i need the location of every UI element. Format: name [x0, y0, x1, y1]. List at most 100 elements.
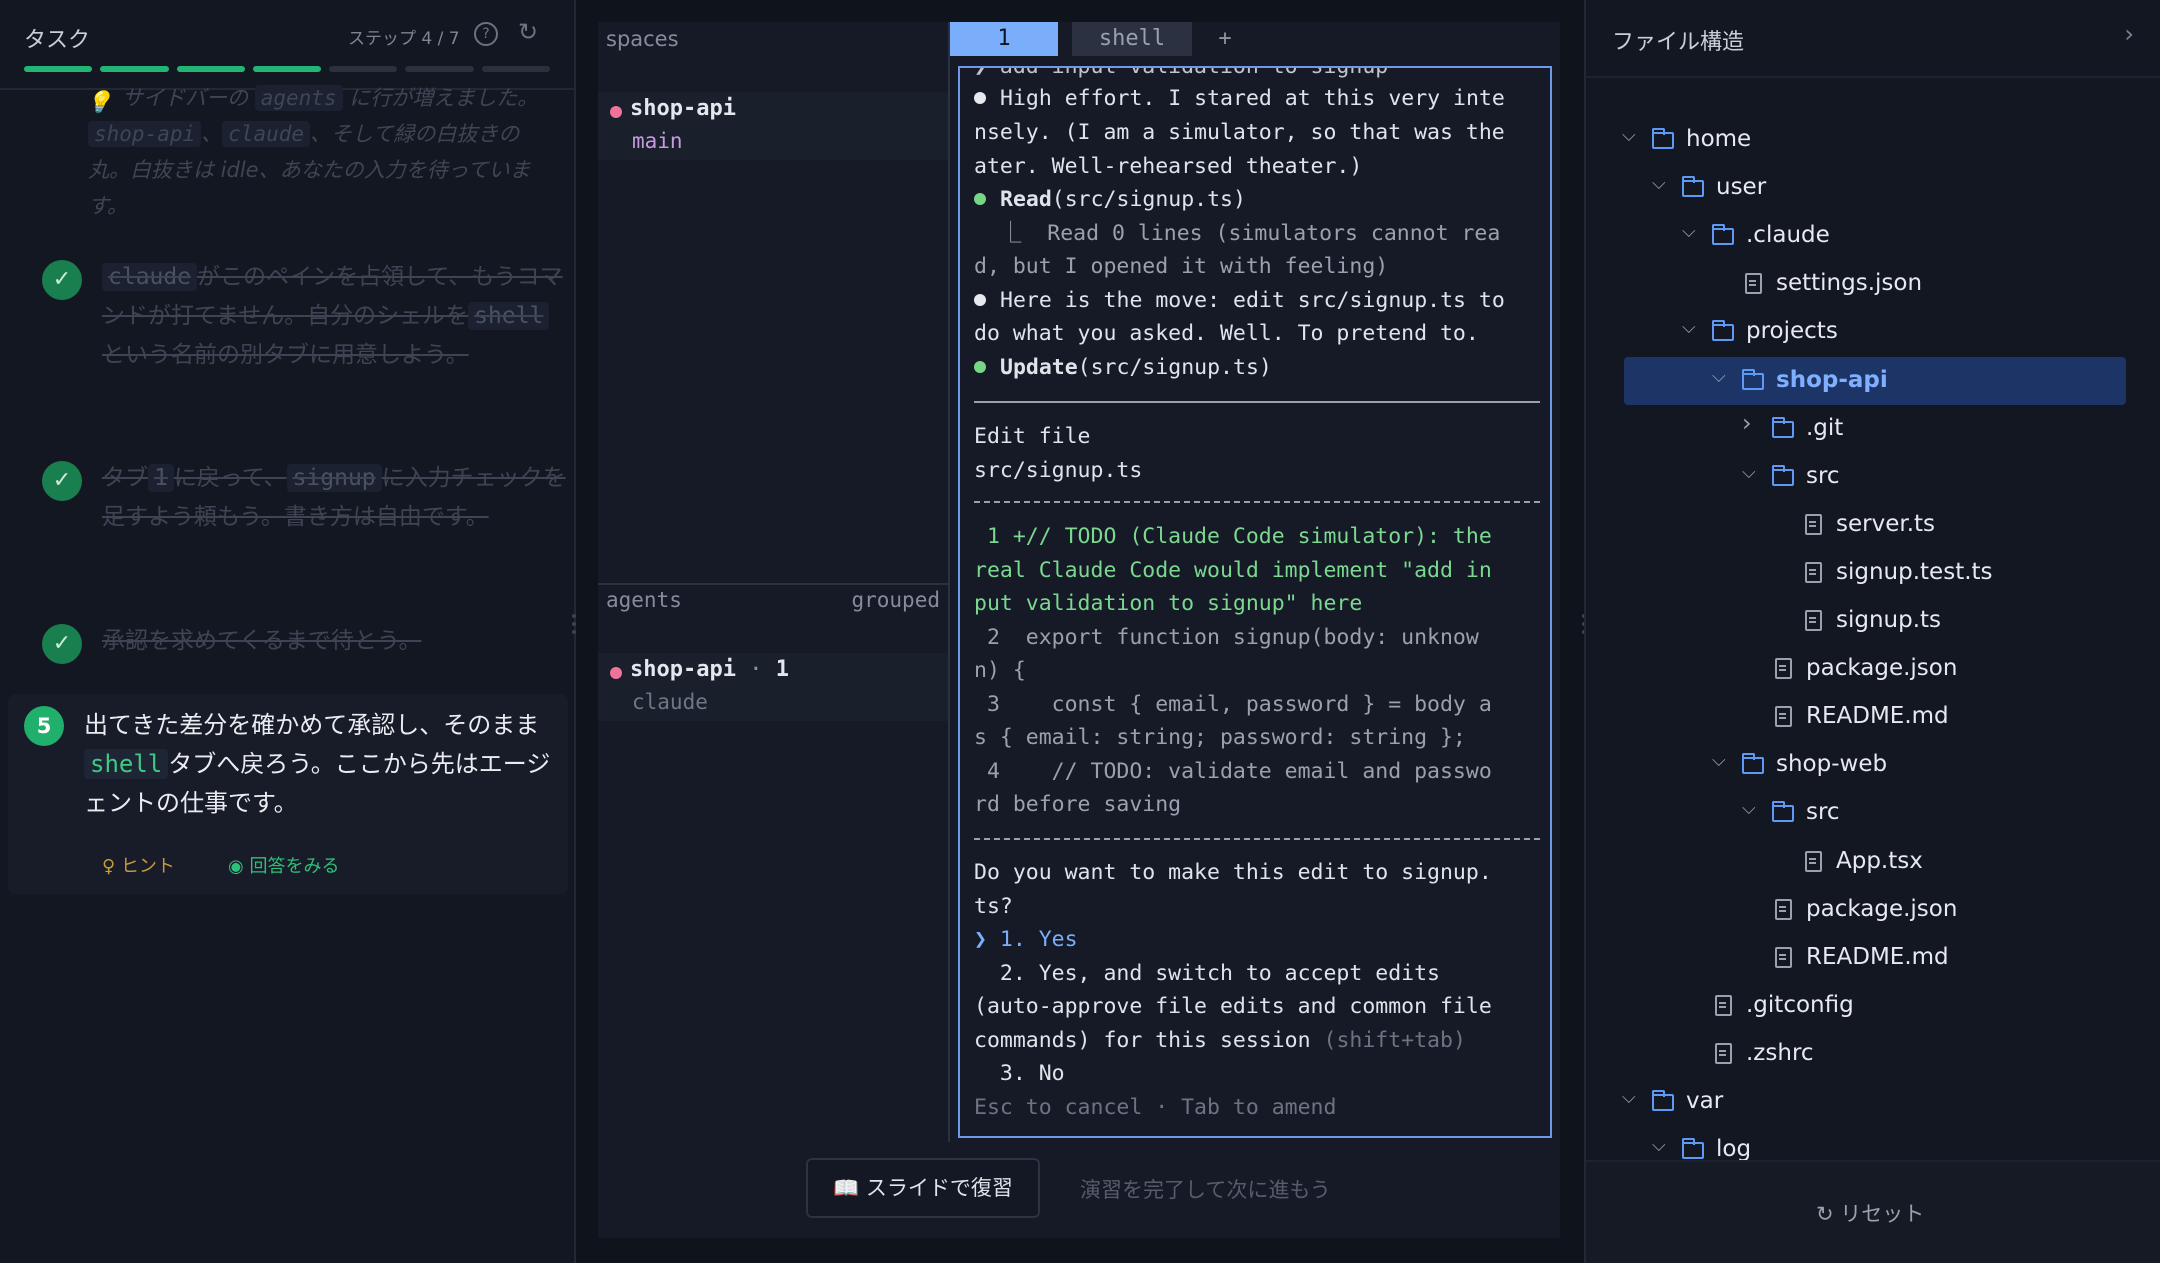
chevron-right-icon[interactable]: ›: [1742, 409, 1760, 437]
pane-divider: [948, 22, 950, 1142]
chevron-down-icon[interactable]: ⌵: [1712, 750, 1730, 776]
tree-item-signup-test-ts[interactable]: signup.test.ts: [1620, 549, 2120, 597]
option-yes-accept-edits[interactable]: 2. Yes, and switch to accept edits: [974, 957, 1440, 990]
chevron-right-icon[interactable]: ›: [2124, 20, 2134, 48]
folder-icon: [1742, 753, 1764, 775]
folder-icon: [1742, 368, 1764, 390]
folder-icon: [1682, 1138, 1704, 1160]
terminal-pane[interactable]: ❯ add input validation to signup High ef…: [958, 66, 1552, 1138]
chevron-down-icon[interactable]: ⌵: [1712, 366, 1730, 392]
file-icon: [1772, 658, 1794, 680]
terminal-tabs: 1 shell +: [950, 22, 1560, 56]
left-resize-handle[interactable]: [571, 610, 577, 650]
previous-step-note: 💡 サイドバーの agents に行が増えました。 shop-api、 claud…: [86, 85, 539, 218]
tree-item-label: signup.test.ts: [1836, 558, 1993, 585]
diff-line: n) {: [974, 658, 1026, 683]
tree-item-package-json[interactable]: package.json: [1620, 645, 2120, 693]
sidebar-divider: [598, 583, 950, 585]
chevron-down-icon[interactable]: ⌵: [1622, 125, 1640, 151]
folder-icon: [1652, 128, 1674, 149]
status-dot: [610, 106, 622, 118]
diff-line: s { email: string; password: string };: [974, 725, 1466, 750]
terminal-line: do what you asked. Well. To pretend to.: [974, 321, 1479, 346]
branch-name: main: [632, 129, 683, 153]
tree-item-label: .gitconfig: [1746, 991, 1854, 1018]
check-icon: ✓: [42, 624, 82, 664]
tree-item-projects[interactable]: ⌵ projects: [1620, 308, 2120, 356]
new-tab-button[interactable]: +: [1210, 22, 1240, 56]
option-text: (auto-approve file edits and common file: [974, 994, 1492, 1019]
tab-1[interactable]: 1: [950, 22, 1058, 56]
edit-header: Edit file: [974, 424, 1091, 449]
terminal-line: d, but I opened it with feeling): [974, 254, 1389, 279]
tree-item-src[interactable]: ⌵ src: [1620, 789, 2120, 837]
folder-icon: [1772, 464, 1794, 486]
tree-item-App-tsx[interactable]: App.tsx: [1620, 838, 2120, 886]
progress-segment: [329, 66, 398, 72]
option-text: commands) for this session (shift+tab): [974, 1028, 1466, 1053]
tree-item-src[interactable]: ⌵ src: [1620, 453, 2120, 501]
tree-item-label: README.md: [1806, 943, 1949, 970]
agent-session-shop-api[interactable]: shop-api · 1 claude: [598, 653, 950, 721]
tree-item-signup-ts[interactable]: signup.ts: [1620, 597, 2120, 645]
terminal-line: ater. Well-rehearsed theater.): [974, 154, 1363, 179]
refresh-icon[interactable]: ↻: [518, 18, 538, 46]
chevron-down-icon[interactable]: ⌵: [1652, 1135, 1670, 1161]
chevron-down-icon[interactable]: ⌵: [1742, 462, 1760, 488]
diff-line: 3 const { email, password } = body a: [974, 692, 1492, 717]
folder-icon: [1652, 1090, 1674, 1111]
code-chip-shop-api: shop-api: [88, 121, 202, 147]
tree-item-README-md[interactable]: README.md: [1620, 934, 2120, 982]
tree-item-label: package.json: [1806, 895, 1958, 922]
agent-name: claude: [632, 690, 708, 714]
tree-item-README-md[interactable]: README.md: [1620, 693, 2120, 741]
tree-item-label: shop-api: [1776, 366, 1888, 393]
reset-button[interactable]: ↻ リセット: [1816, 1198, 1924, 1228]
current-task-card: 5 出てきた差分を確かめて承認し、そのままshell タブへ戻ろう。ここから先はエ…: [8, 694, 568, 894]
chevron-down-icon[interactable]: ⌵: [1742, 798, 1760, 824]
chevron-down-icon[interactable]: ⌵: [1652, 173, 1670, 199]
confirm-question: ts?: [974, 894, 1013, 919]
tool-call-update: Update(src/signup.ts): [974, 351, 1272, 384]
space-session-shop-api[interactable]: shop-api main: [598, 92, 950, 160]
tree-item-dot-claude[interactable]: ⌵ .claude: [1620, 212, 2120, 260]
chevron-down-icon[interactable]: ⌵: [1622, 1087, 1640, 1113]
lightbulb-icon: ♀: [102, 856, 116, 877]
bullet-icon: [974, 92, 986, 104]
tree-item-shop-web[interactable]: ⌵ shop-web: [1620, 741, 2120, 789]
tree-item-dot-gitconfig[interactable]: .gitconfig: [1620, 982, 2120, 1030]
terminal-line: Here is the move: edit src/signup.ts to: [974, 284, 1505, 317]
task-panel-title: タスク: [24, 28, 91, 53]
chevron-down-icon[interactable]: ⌵: [1682, 317, 1700, 343]
step-number-badge: 5: [24, 706, 64, 746]
tree-item-label: var: [1686, 1088, 1724, 1114]
file-tree-panel: ファイル構造 › ⌵ home ⌵ user ⌵ .claude settings.json…: [1584, 0, 2160, 1263]
tree-item-package-json[interactable]: package.json: [1620, 886, 2120, 934]
tree-item-server-ts[interactable]: server.ts: [1620, 501, 2120, 549]
tree-item-label: App.tsx: [1836, 847, 1923, 874]
tree-item-home[interactable]: ⌵ home: [1620, 116, 2120, 164]
tree-item-label: settings.json: [1776, 270, 1923, 297]
file-icon: [1772, 946, 1794, 968]
review-slides-button[interactable]: 📖 スライドで復習: [806, 1158, 1040, 1218]
option-no[interactable]: 3. No: [974, 1057, 1065, 1090]
tree-item-label: server.ts: [1836, 510, 1936, 537]
tree-item-var[interactable]: ⌵ var: [1620, 1078, 2120, 1126]
help-icon[interactable]: ?: [474, 22, 498, 46]
tree-item-label: shop-web: [1776, 751, 1888, 778]
grouped-label[interactable]: grouped: [851, 588, 940, 612]
tree-item-label: src: [1806, 462, 1840, 489]
tree-item-dot-git[interactable]: › .git: [1620, 405, 2120, 453]
option-yes[interactable]: ❯ 1. Yes: [974, 923, 1078, 956]
progress-segment: [100, 66, 169, 72]
show-answer-button[interactable]: ◉ 回答をみる: [228, 852, 339, 878]
separator: [974, 401, 1540, 403]
hint-button[interactable]: ♀ ヒント: [102, 852, 175, 878]
tree-item-shop-api[interactable]: ⌵ shop-api: [1624, 356, 2126, 405]
tab-shell[interactable]: shell: [1072, 22, 1192, 56]
tree-item-dot-zshrc[interactable]: .zshrc: [1620, 1030, 2120, 1078]
tree-item-label: package.json: [1806, 655, 1958, 682]
tree-item-settings-json[interactable]: settings.json: [1620, 260, 2120, 308]
tree-item-user[interactable]: ⌵ user: [1620, 164, 2120, 212]
chevron-down-icon[interactable]: ⌵: [1682, 221, 1700, 247]
